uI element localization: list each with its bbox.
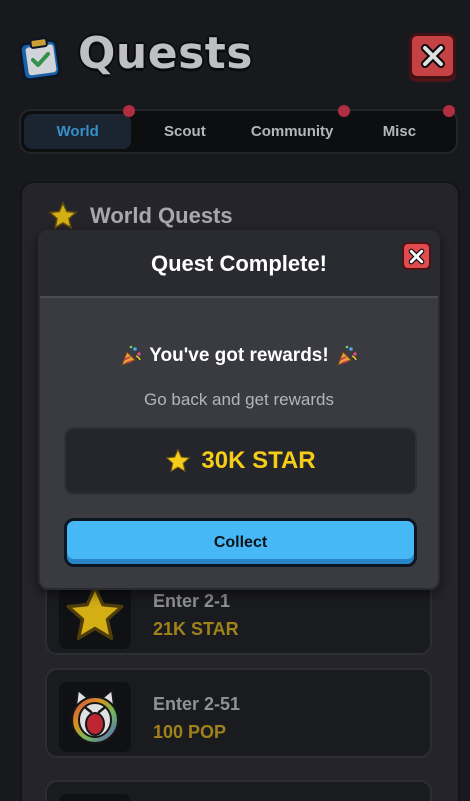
reward-heading-text: You've got rewards!	[149, 345, 329, 366]
dialog-close-button[interactable]	[402, 242, 431, 270]
dialog-subtext: Go back and get rewards	[144, 390, 334, 409]
quest-complete-dialog: Quest Complete! You've got rewards! Go b…	[38, 230, 440, 590]
confetti-icon	[121, 345, 142, 366]
confetti-icon	[336, 345, 357, 366]
collect-button[interactable]: Collect	[64, 518, 417, 567]
reward-amount: 30K STAR	[201, 447, 316, 474]
close-icon	[408, 248, 425, 264]
reward-box: 30K STAR	[64, 427, 417, 495]
star-icon	[165, 448, 191, 473]
dialog-title: Quest Complete!	[150, 251, 328, 276]
reward-heading: You've got rewards!	[40, 344, 438, 368]
dialog-header: Quest Complete!	[40, 232, 438, 298]
